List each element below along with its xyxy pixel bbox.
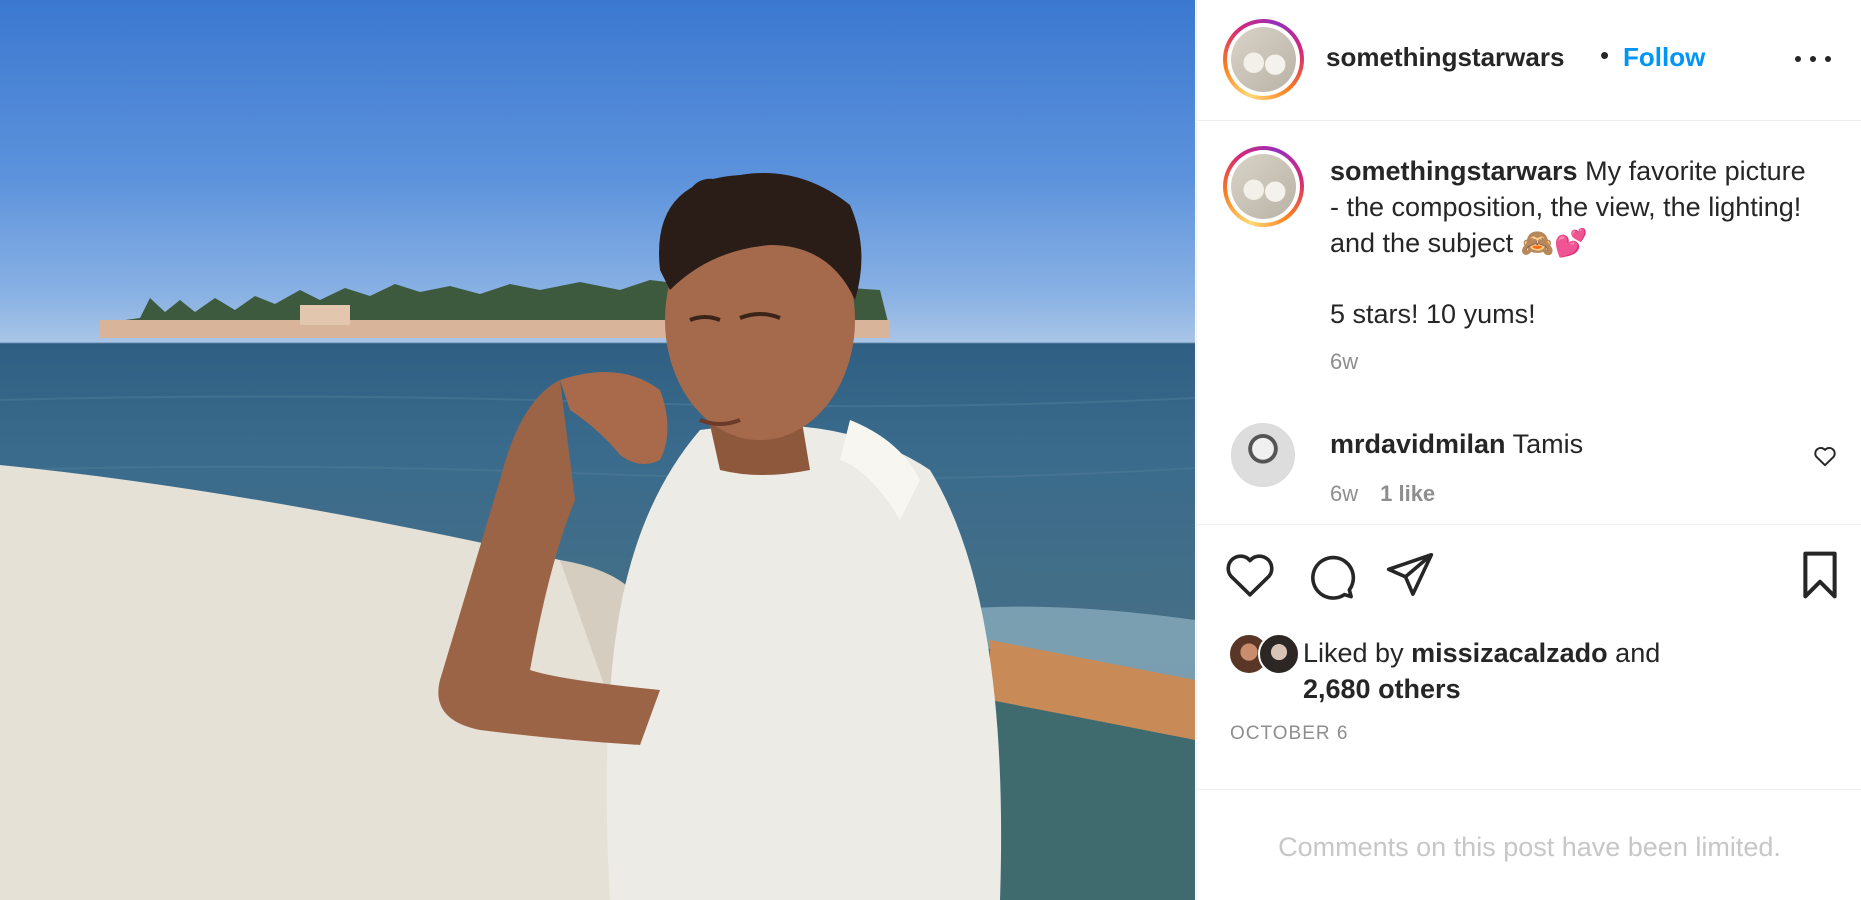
liked-by-and: and [1607,638,1661,668]
liked-by-user[interactable]: missizacalzado [1411,638,1608,668]
author-username[interactable]: somethingstarwars [1326,42,1564,73]
post-sidebar: somethingstarwars • Follow somethingstar… [1196,0,1861,900]
post-photo[interactable] [0,0,1195,900]
photo-scene [0,173,1195,900]
comment-meta: 6w 1 like [1330,481,1435,507]
comment-icon[interactable] [1303,548,1357,602]
comment-like-count[interactable]: 1 like [1380,481,1435,506]
liker-avatar[interactable] [1258,633,1300,675]
commenter-avatar[interactable] [1231,423,1295,487]
bookmark-icon[interactable] [1793,548,1847,602]
liked-by-prefix: Liked by [1303,638,1412,668]
more-options-icon[interactable] [1793,44,1833,74]
heart-icon[interactable] [1223,548,1277,602]
comments-limited-text: Comments on this post have been limited. [1278,832,1781,862]
liked-by-others[interactable]: 2,680 others [1303,674,1461,704]
commenter-username[interactable]: mrdavidmilan [1330,429,1506,459]
comment-like-heart-icon[interactable] [1812,443,1838,469]
follow-button[interactable]: Follow [1623,42,1705,73]
comment-timestamp[interactable]: 6w [1330,481,1358,506]
post-header: somethingstarwars • Follow [1197,0,1861,121]
liked-by-avatars[interactable] [1228,633,1302,675]
comment-text: mrdavidmilan Tamis [1330,429,1583,460]
caption-username[interactable]: somethingstarwars [1330,156,1578,186]
comment-item: mrdavidmilan Tamis 6w 1 like [1197,415,1861,525]
liked-by-text: Liked by missizacalzado and 2,680 others [1303,635,1823,707]
caption-line-2: 5 stars! 10 yums! [1330,299,1536,329]
caption-avatar[interactable] [1223,146,1304,227]
author-avatar[interactable] [1223,19,1304,100]
post-date[interactable]: OCTOBER 6 [1230,723,1348,745]
caption-timestamp[interactable]: 6w [1330,349,1358,375]
comment-body: Tamis [1512,429,1584,459]
share-icon[interactable] [1383,548,1437,602]
post-actions [1197,548,1861,608]
caption-text: somethingstarwars My favorite picture - … [1330,153,1810,261]
comments-limited-notice: Comments on this post have been limited. [1197,789,1861,900]
header-separator: • [1600,40,1610,70]
